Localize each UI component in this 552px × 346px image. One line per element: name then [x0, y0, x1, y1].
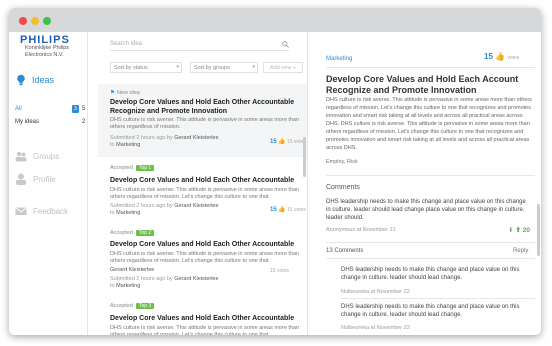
idea-title[interactable]: Develop Core Values and Hold Each Other …	[110, 177, 300, 186]
company-name: Koninklijke Philips Electronics N.V.	[25, 45, 70, 58]
idea-group[interactable]: Marketing	[116, 283, 140, 289]
title-bar	[9, 8, 541, 32]
thumbs-up-icon: 👍	[278, 139, 286, 145]
list-item[interactable]: Accepted Top 2 Develop Core Values and Ho…	[98, 228, 307, 278]
reply-text: DHS leadership needs to make this change…	[341, 267, 520, 281]
idea-detail-panel: Marketing 15 👍 votes Develop Core Values…	[307, 32, 541, 335]
sidebar: PHILIPS Koninklijke Philips Electronics …	[9, 32, 88, 335]
search-icon[interactable]	[282, 41, 289, 48]
detail-votes[interactable]: 15 👍 votes	[484, 52, 519, 61]
idea-group[interactable]: Marketing	[116, 210, 140, 216]
filter-all-label: All	[15, 106, 22, 112]
idea-summary: DHS culture is risk averse. This attitud…	[110, 251, 300, 264]
idea-author[interactable]: Gerard Kleisterlee	[174, 135, 218, 141]
divider	[326, 258, 535, 259]
list-scrollbar[interactable]	[303, 137, 306, 177]
envelope-icon	[15, 207, 27, 215]
add-new-button[interactable]: Add new +	[263, 62, 303, 73]
sort-by-groups-label: Sort by groups	[194, 65, 230, 71]
idea-meta: Submitted 2 hours ago by Gerard Kleister…	[110, 276, 219, 289]
app-window: PHILIPS Koninklijke Philips Electronics …	[9, 8, 541, 335]
idea-summary: DHS culture is risk averse. This attitud…	[110, 325, 300, 335]
list-item[interactable]: Accepted Top 3 Develop Core Values and Ho…	[98, 300, 307, 335]
lightbulb-icon	[17, 74, 25, 86]
upvote-icon[interactable]: ⬆	[515, 227, 520, 234]
divider	[341, 298, 535, 299]
new-count-badge: 3	[72, 105, 79, 113]
close-window-button[interactable]	[19, 17, 27, 25]
detail-title: Develop Core Values and Hold Each Accoun…	[326, 74, 519, 95]
filter-my-ideas-label: My ideas	[15, 119, 40, 125]
detail-body: DHS culture is risk averse. This attitud…	[326, 97, 532, 151]
comment-text: DHS leadership needs to make this change…	[326, 199, 526, 221]
idea-votes[interactable]: 15 👍 15 votes	[270, 206, 306, 213]
nav-item-ideas[interactable]: Ideas	[14, 74, 88, 90]
idea-title[interactable]: Develop Core Values and Hold Each Other …	[110, 241, 300, 250]
idea-summary: DHS culture is risk averse. This attitud…	[110, 187, 300, 200]
downvote-icon[interactable]: ⬇	[508, 227, 513, 234]
nav-feedback-label: Feedback	[33, 207, 69, 216]
groups-icon	[15, 151, 27, 162]
search-placeholder: Search idea	[110, 41, 143, 47]
list-item[interactable]: Accepted Top 1 Develop Core Values and Ho…	[98, 162, 307, 230]
idea-title[interactable]: Develop Core Values and Hold Each Other …	[110, 315, 300, 324]
divider	[326, 67, 535, 68]
reply-button[interactable]: Reply	[513, 248, 528, 254]
nav-profile-label: Profile	[33, 175, 56, 184]
thumbs-up-icon: 👍	[278, 207, 286, 213]
nav-item-groups[interactable]: Groups	[15, 150, 85, 164]
nav-ideas-label: Ideas	[32, 75, 55, 85]
idea-votes[interactable]: 15 votes	[270, 268, 289, 274]
idea-category[interactable]: Marketing	[326, 56, 352, 62]
sort-by-status-select[interactable]: Sort by status ▾	[110, 62, 182, 73]
divider	[326, 175, 535, 176]
ideas-list-panel: Search idea Sort by status ▾ Sort by gro…	[89, 32, 307, 335]
list-item-meta-continued: Submitted 2 hours ago by Gerard Kleister…	[98, 276, 307, 296]
list-item[interactable]: ⚑ New idea Develop Core Values and Hold E…	[98, 84, 307, 157]
idea-meta: Submitted 2 hours ago by Gerard Kleister…	[110, 203, 219, 216]
minimize-window-button[interactable]	[31, 17, 39, 25]
sort-by-status-label: Sort by status	[114, 65, 148, 71]
idea-author[interactable]: Gerard Kleisterlee	[174, 276, 218, 282]
reply-text: DHS leadership needs to make this change…	[341, 304, 520, 318]
detail-tags: Employ, Risk	[326, 159, 358, 165]
profile-icon	[16, 173, 26, 185]
idea-group[interactable]: Marketing	[116, 142, 140, 148]
divider	[326, 242, 535, 243]
search-input[interactable]: Search idea	[110, 41, 289, 51]
idea-votes[interactable]: 15 👍 15 votes	[270, 138, 306, 145]
idea-title[interactable]: Develop Core Values and Hold Each Other …	[110, 99, 300, 116]
idea-meta: Submitted 2 hours ago by Gerard Kleister…	[110, 135, 219, 148]
detail-scrollbar[interactable]	[537, 204, 540, 256]
comment-count: 13 Comments	[326, 248, 364, 254]
thumbs-up-icon: 👍	[495, 52, 506, 61]
chevron-down-icon: ▾	[252, 64, 255, 70]
comment-votes: ⬇ ⬆ 20	[508, 227, 530, 234]
flag-icon: ⚑	[110, 90, 115, 96]
idea-summary: DHS culture is risk averse. This attitud…	[110, 117, 300, 130]
status-label: Accepted Top 3	[110, 303, 155, 309]
rank-badge: Top 2	[135, 230, 155, 236]
status-label: Accepted Top 1	[110, 165, 155, 171]
idea-meta: Gerard Kleisterlee	[110, 267, 260, 274]
filter-my-ideas-count: 2	[82, 119, 86, 125]
nav-item-feedback[interactable]: Feedback	[15, 205, 85, 219]
comment-meta: Anonymous at November 21	[326, 227, 396, 233]
ideas-list: ⚑ New idea Develop Core Values and Hold E…	[98, 84, 307, 335]
reply-meta: Nulbeureka at November 22	[341, 289, 410, 295]
rank-badge: Top 3	[135, 303, 155, 309]
idea-author[interactable]: Gerard Kleisterlee	[110, 267, 154, 273]
maximize-window-button[interactable]	[43, 17, 51, 25]
status-label: Accepted Top 2	[110, 230, 155, 236]
filter-all-count: 5	[82, 106, 86, 112]
new-idea-tag: ⚑ New idea	[110, 90, 140, 96]
rank-badge: Top 1	[135, 165, 155, 171]
nav-groups-label: Groups	[33, 152, 60, 161]
chevron-down-icon: ▾	[176, 64, 179, 70]
comments-heading: Comments	[326, 184, 360, 191]
idea-author[interactable]: Gerard Kleisterlee	[174, 203, 218, 209]
reply-meta: Nulbeureka at November 22	[341, 325, 410, 331]
sort-by-groups-select[interactable]: Sort by groups ▾	[190, 62, 258, 73]
nav-item-profile[interactable]: Profile	[15, 173, 85, 187]
